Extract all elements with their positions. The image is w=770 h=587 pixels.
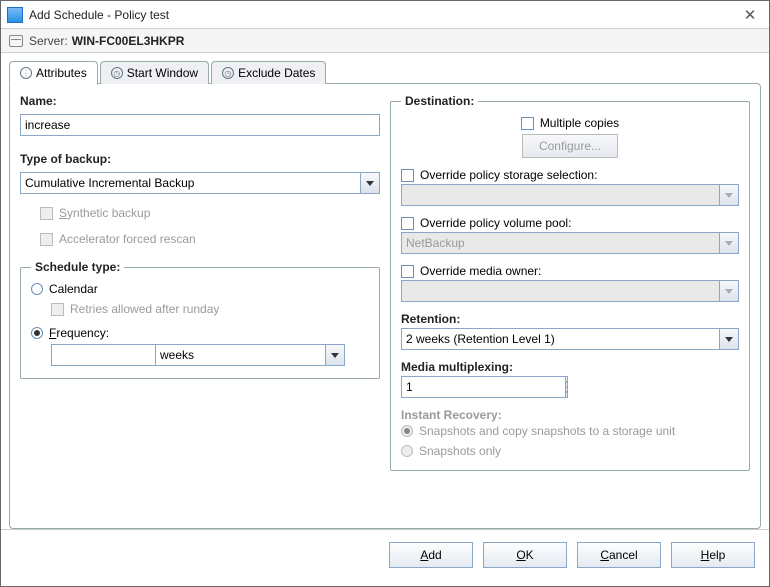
type-of-backup-select[interactable] <box>20 172 380 194</box>
checkbox-box-icon <box>401 217 414 230</box>
add-button[interactable]: Add <box>389 542 473 568</box>
checkbox-box-icon <box>521 117 534 130</box>
media-owner-select <box>401 280 739 302</box>
server-icon <box>9 35 23 47</box>
tab-icon-exclude-dates: ◷ <box>222 67 234 79</box>
tabs-container: ⋮ Attributes ◷ Start Window ◷ Exclude Da… <box>1 53 769 529</box>
media-owner-value <box>401 280 719 302</box>
override-storage-label: Override policy storage selection: <box>420 168 597 182</box>
override-volume-label: Override policy volume pool: <box>420 216 571 230</box>
media-multiplexing-label: Media multiplexing: <box>401 360 739 374</box>
radio-snapshots-only-label: Snapshots only <box>419 444 501 458</box>
radio-frequency-label: Frequency: <box>49 326 109 340</box>
help-button[interactable]: Help <box>671 542 755 568</box>
type-of-backup-label: Type of backup: <box>20 152 380 166</box>
radio-frequency[interactable]: Frequency: <box>31 326 369 340</box>
ok-button[interactable]: OK <box>483 542 567 568</box>
left-column: Name: Type of backup: Synthetic backup A… <box>20 94 380 518</box>
right-column: Destination: Multiple copies Configure..… <box>390 94 750 518</box>
destination-group: Destination: Multiple copies Configure..… <box>390 94 750 471</box>
override-volume-checkbox[interactable]: Override policy volume pool: <box>401 216 739 230</box>
checkbox-box-icon <box>40 207 53 220</box>
destination-legend: Destination: <box>401 94 478 108</box>
instant-recovery-label: Instant Recovery: <box>401 408 739 422</box>
app-icon <box>7 7 23 23</box>
media-multiplexing-value[interactable] <box>401 376 566 398</box>
chevron-down-icon[interactable] <box>325 344 345 366</box>
window-title: Add Schedule - Policy test <box>29 8 737 22</box>
synthetic-backup-checkbox: Synthetic backup <box>40 206 380 220</box>
tab-label: Attributes <box>36 66 87 80</box>
tab-panel-attributes: Name: Type of backup: Synthetic backup A… <box>9 83 761 529</box>
checkbox-box-icon <box>40 233 53 246</box>
override-storage-checkbox[interactable]: Override policy storage selection: <box>401 168 739 182</box>
radio-dot-icon <box>31 327 43 339</box>
checkbox-box-icon <box>51 303 64 316</box>
volume-pool-select <box>401 232 739 254</box>
spin-up-icon[interactable] <box>566 376 568 388</box>
close-icon[interactable]: ✕ <box>737 6 763 24</box>
tab-icon-start-window: ◷ <box>111 67 123 79</box>
tabs: ⋮ Attributes ◷ Start Window ◷ Exclude Da… <box>9 61 761 84</box>
retries-after-runday-label: Retries allowed after runday <box>70 302 219 316</box>
accelerator-rescan-label: Accelerator forced rescan <box>59 232 196 246</box>
tab-exclude-dates[interactable]: ◷ Exclude Dates <box>211 61 326 84</box>
chevron-down-icon[interactable] <box>719 328 739 350</box>
server-bar: Server: WIN-FC00EL3HKPR <box>1 29 769 53</box>
radio-dot-icon <box>401 425 413 437</box>
radio-snapshots-and-copy: Snapshots and copy snapshots to a storag… <box>401 424 739 438</box>
server-name: WIN-FC00EL3HKPR <box>72 34 185 48</box>
frequency-row <box>51 344 369 366</box>
synthetic-backup-label: Synthetic backup <box>59 206 150 220</box>
volume-pool-value <box>401 232 719 254</box>
spinner-buttons <box>566 376 568 398</box>
radio-calendar-label: Calendar <box>49 282 98 296</box>
type-of-backup-value[interactable] <box>20 172 360 194</box>
checkbox-box-icon <box>401 265 414 278</box>
radio-dot-icon <box>31 283 43 295</box>
accelerator-rescan-checkbox: Accelerator forced rescan <box>40 232 380 246</box>
override-media-owner-checkbox[interactable]: Override media owner: <box>401 264 739 278</box>
schedule-type-group: Schedule type: Calendar Retries allowed … <box>20 260 380 379</box>
multiple-copies-checkbox[interactable]: Multiple copies <box>521 116 619 130</box>
retention-label: Retention: <box>401 312 739 326</box>
checkbox-box-icon <box>401 169 414 182</box>
frequency-unit-value[interactable] <box>155 344 325 366</box>
tab-start-window[interactable]: ◷ Start Window <box>100 61 209 84</box>
radio-snapshots-and-copy-label: Snapshots and copy snapshots to a storag… <box>419 424 675 438</box>
chevron-down-icon <box>719 184 739 206</box>
chevron-down-icon[interactable] <box>360 172 380 194</box>
radio-calendar[interactable]: Calendar <box>31 282 369 296</box>
storage-selection-select <box>401 184 739 206</box>
chevron-down-icon <box>719 280 739 302</box>
tab-label: Exclude Dates <box>238 66 315 80</box>
tab-icon-attributes: ⋮ <box>20 67 32 79</box>
name-input[interactable] <box>20 114 380 136</box>
storage-selection-value <box>401 184 719 206</box>
multiple-copies-label: Multiple copies <box>540 116 619 130</box>
override-media-owner-label: Override media owner: <box>420 264 541 278</box>
name-label: Name: <box>20 94 380 108</box>
retention-select[interactable] <box>401 328 739 350</box>
tab-attributes[interactable]: ⋮ Attributes <box>9 61 98 85</box>
chevron-down-icon <box>719 232 739 254</box>
frequency-unit-select[interactable] <box>155 344 345 366</box>
radio-snapshots-only: Snapshots only <box>401 444 739 458</box>
titlebar: Add Schedule - Policy test ✕ <box>1 1 769 29</box>
dialog-window: Add Schedule - Policy test ✕ Server: WIN… <box>0 0 770 587</box>
spin-down-icon[interactable] <box>566 388 568 399</box>
frequency-spinner[interactable] <box>51 344 151 366</box>
button-bar: Add OK Cancel Help <box>1 529 769 580</box>
configure-button: Configure... <box>522 134 618 158</box>
retries-after-runday-checkbox: Retries allowed after runday <box>51 302 369 316</box>
cancel-button[interactable]: Cancel <box>577 542 661 568</box>
schedule-type-legend: Schedule type: <box>31 260 124 274</box>
media-multiplexing-spinner[interactable] <box>401 376 491 398</box>
retention-value[interactable] <box>401 328 719 350</box>
server-label: Server: <box>29 34 68 48</box>
radio-dot-icon <box>401 445 413 457</box>
tab-label: Start Window <box>127 66 198 80</box>
